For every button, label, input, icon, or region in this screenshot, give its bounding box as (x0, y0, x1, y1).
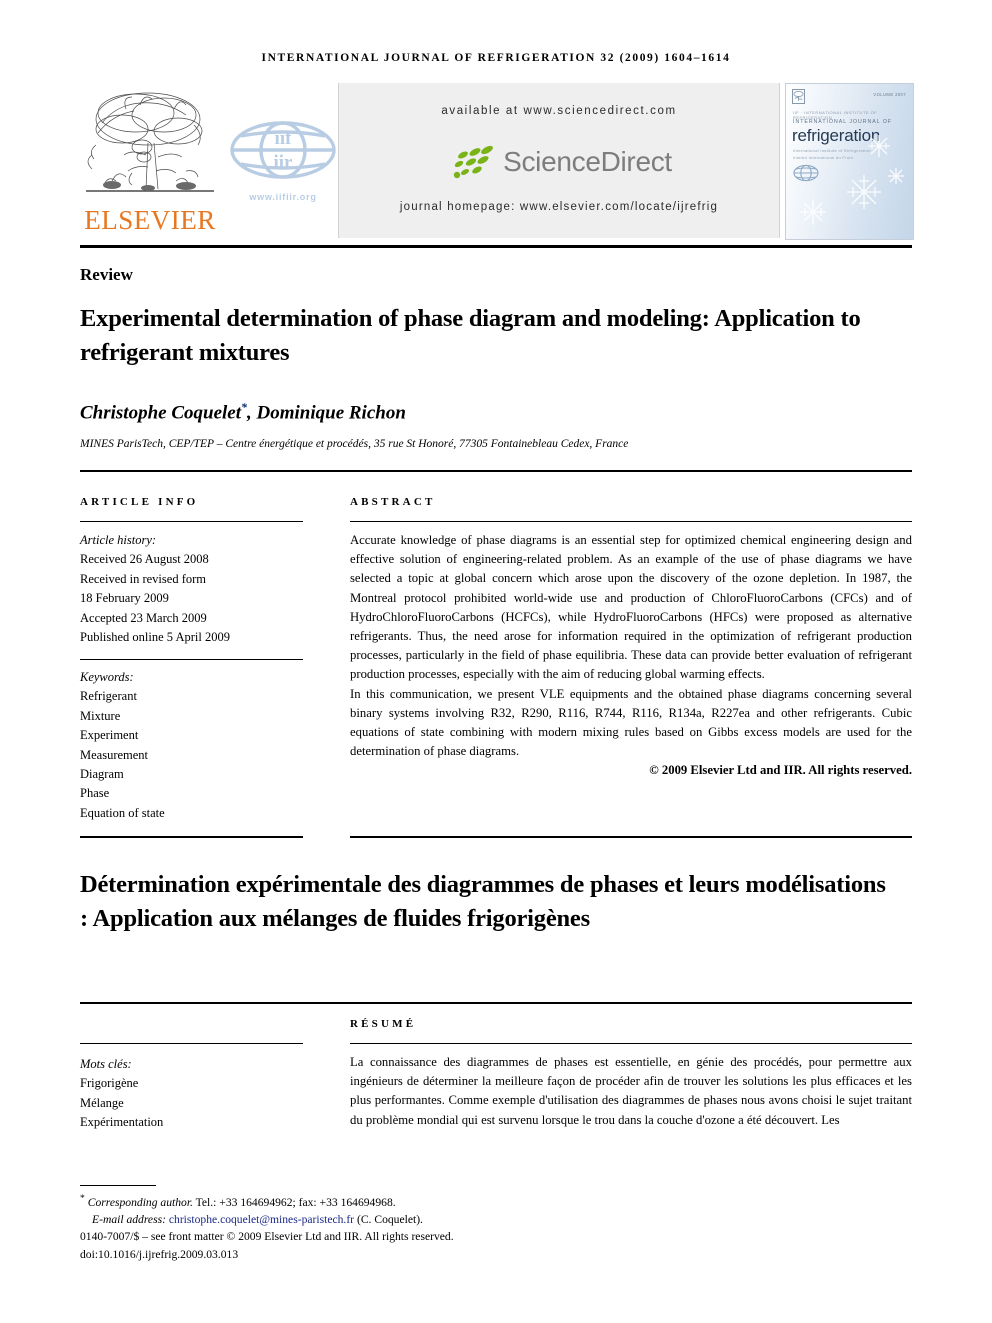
cover-snowflakes-icon (800, 135, 904, 225)
keywords-divider (80, 659, 303, 660)
author-secondary: , Dominique Richon (247, 402, 406, 424)
journal-article-first-page: International Journal of Refrigeration 3… (0, 0, 992, 1323)
article-history-item: Received in revised form (80, 571, 206, 586)
abstract-paragraph: Accurate knowledge of phase diagrams is … (350, 533, 912, 682)
resume-section-top-divider (80, 1002, 912, 1004)
abstract-copyright: © 2009 Elsevier Ltd and IIR. All rights … (649, 763, 912, 778)
masthead-band: ELSEVIER iif iir www.iifiir.org availabl… (80, 83, 914, 240)
keyword-item: Experiment (80, 728, 139, 743)
email-owner: (C. Coquelet). (356, 1213, 423, 1227)
keyword-item: Measurement (80, 747, 149, 762)
article-info-bottom-divider (80, 836, 303, 838)
affiliation: MINES ParisTech, CEP/TEP – Centre énergé… (80, 438, 629, 450)
elsevier-logo: ELSEVIER (80, 83, 220, 238)
keyword-item: Refrigerant (80, 689, 137, 704)
svg-text:iir: iir (274, 152, 294, 173)
email-note: E-mail address: christophe.coquelet@mine… (80, 1211, 700, 1229)
keyword-item: Phase (80, 786, 110, 801)
corresponding-author-contact: Tel.: +33 164694962; fax: +33 164694968. (192, 1195, 396, 1209)
info-section-top-divider (80, 470, 912, 472)
iifiir-logo: iif iir www.iifiir.org (228, 116, 338, 211)
footnote-divider (80, 1185, 156, 1186)
resume-paragraph: La connaissance des diagrammes de phases… (350, 1055, 912, 1127)
sciencedirect-leaves-icon (453, 145, 493, 179)
footnote-block: * Corresponding author. Tel.: +33 164694… (80, 1190, 700, 1229)
elsevier-wordmark: ELSEVIER (84, 205, 216, 235)
abstract-paragraph: In this communication, we present VLE eq… (350, 686, 912, 759)
svg-text:iif: iif (275, 128, 293, 149)
journal-cover-thumbnail: VOLUME 2007 IIF · INTERNATIONAL INSTITUT… (785, 83, 914, 240)
corresponding-author-label: Corresponding author. (87, 1195, 193, 1209)
sciencedirect-available-at: available at www.sciencedirect.com (441, 105, 677, 117)
keyword-item: Diagram (80, 767, 124, 782)
abstract-underline (350, 521, 912, 522)
running-head: International Journal of Refrigeration 3… (261, 52, 731, 64)
resume-underline (350, 1043, 912, 1044)
article-history-item: Accepted 23 March 2009 (80, 610, 207, 625)
iifiir-url: www.iifiir.org (249, 192, 317, 202)
french-keyword-item: Mélange (80, 1095, 124, 1110)
email-link[interactable]: christophe.coquelet@mines-paristech.fr (169, 1213, 354, 1226)
page-title: Experimental determination of phase diag… (80, 305, 861, 366)
author-primary: Christophe Coquelet (80, 402, 241, 424)
footnote-marker: * (80, 1193, 85, 1204)
french-keyword-item: Expérimentation (80, 1115, 164, 1130)
author-list: Christophe Coquelet*, Dominique Richon (80, 400, 880, 424)
sciencedirect-logo: ScienceDirect (339, 141, 779, 183)
sciencedirect-banner: available at www.sciencedirect.com Scien… (338, 83, 780, 238)
article-history-item: Published online 5 April 2009 (80, 630, 230, 645)
article-info-heading: Article info (80, 496, 199, 508)
french-title: Détermination expérimentale des diagramm… (80, 871, 886, 932)
document-type-label: Review (80, 265, 133, 284)
email-label: E-mail address: (92, 1213, 166, 1227)
sciencedirect-wordmark: ScienceDirect (503, 146, 672, 177)
article-history-item: Received 26 August 2008 (80, 552, 209, 567)
resume-heading: Résumé (350, 1018, 417, 1030)
journal-homepage-url: journal homepage: www.elsevier.com/locat… (399, 201, 719, 213)
issn-line: 0140-7007/$ – see front matter © 2009 El… (80, 1230, 454, 1243)
keyword-item: Mixture (80, 708, 121, 723)
abstract-bottom-divider (350, 836, 912, 838)
masthead-divider (80, 245, 912, 248)
abstract-heading: Abstract (350, 496, 436, 508)
globe-icon: iif iir (230, 121, 336, 179)
doi-line: doi:10.1016/j.ijrefrig.2009.03.013 (80, 1248, 239, 1261)
keywords-label: Keywords: (80, 670, 134, 684)
french-keywords-underline (80, 1043, 303, 1044)
french-keyword-item: Frigorigène (80, 1076, 139, 1091)
corresponding-author-note: * Corresponding author. Tel.: +33 164694… (80, 1190, 700, 1211)
article-history-item: 18 February 2009 (80, 591, 169, 606)
keyword-item: Equation of state (80, 805, 165, 820)
french-keywords-label: Mots clés: (80, 1057, 132, 1071)
article-info-underline (80, 521, 303, 522)
article-history-label: Article history: (80, 533, 157, 547)
elsevier-tree-icon (86, 92, 214, 192)
